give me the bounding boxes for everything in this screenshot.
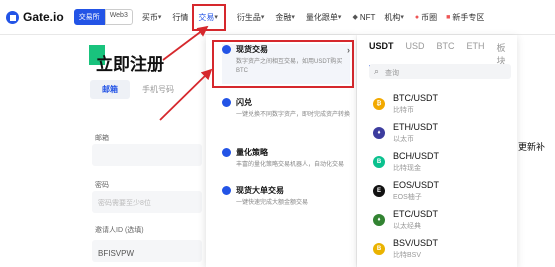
coin-icon: ♦ [373, 127, 385, 139]
search-input[interactable]: ⌕ 查询 [369, 64, 511, 79]
pair-text: ETC/USDT 以太经典 [393, 209, 438, 231]
pair-name: ETH/USDT [393, 122, 438, 132]
arrow-to-spot [159, 68, 213, 121]
pair-name: BCH/USDT [393, 151, 440, 161]
coin-icon: E [373, 185, 385, 197]
search-icon: ⌕ [374, 66, 380, 76]
pair-sub: 以太币 [393, 136, 414, 143]
pair-name: ETC/USDT [393, 209, 438, 219]
pair-row[interactable]: ♦ ETH/USDT 以太币 [373, 122, 438, 144]
pair-sub: 比特现金 [393, 165, 421, 172]
search-placeholder: 查询 [385, 70, 399, 77]
pair-sub: 以太经典 [393, 223, 421, 230]
pair-text: ETH/USDT 以太币 [393, 122, 438, 144]
pair-row[interactable]: E EOS/USDT EOS柚子 [373, 180, 439, 202]
market-panel: USDT USD BTC ETH 板块 ⌕ 查询 ₿ BTC/USDT 比特币 ♦ ET… [357, 35, 517, 267]
pair-row[interactable]: B BCH/USDT 比特现金 [373, 151, 439, 173]
pair-sub: 比特币 [393, 107, 414, 114]
pair-text: BSV/USDT 比特BSV [393, 238, 438, 260]
pair-name: EOS/USDT [393, 180, 440, 190]
pair-text: BCH/USDT 比特现金 [393, 151, 439, 173]
pair-text: BTC/USDT 比特币 [393, 93, 438, 115]
coin-icon: ₿ [373, 98, 385, 110]
coin-icon: B [373, 156, 385, 168]
pair-name: BSV/USDT [393, 238, 439, 248]
edge-text: 更新补 [518, 142, 546, 152]
arrow-to-trade [162, 25, 209, 61]
pair-row[interactable]: B BSV/USDT 比特BSV [373, 238, 438, 260]
pair-row[interactable]: ₿ BTC/USDT 比特币 [373, 93, 438, 115]
pair-text: EOS/USDT EOS柚子 [393, 180, 439, 202]
coin-icon: B [373, 243, 385, 255]
pair-sub: EOS柚子 [393, 194, 422, 201]
pair-sub: 比特BSV [393, 252, 422, 259]
coin-icon: ♦ [373, 214, 385, 226]
pair-name: BTC/USDT [393, 93, 438, 103]
pair-row[interactable]: ♦ ETC/USDT 以太经典 [373, 209, 438, 231]
